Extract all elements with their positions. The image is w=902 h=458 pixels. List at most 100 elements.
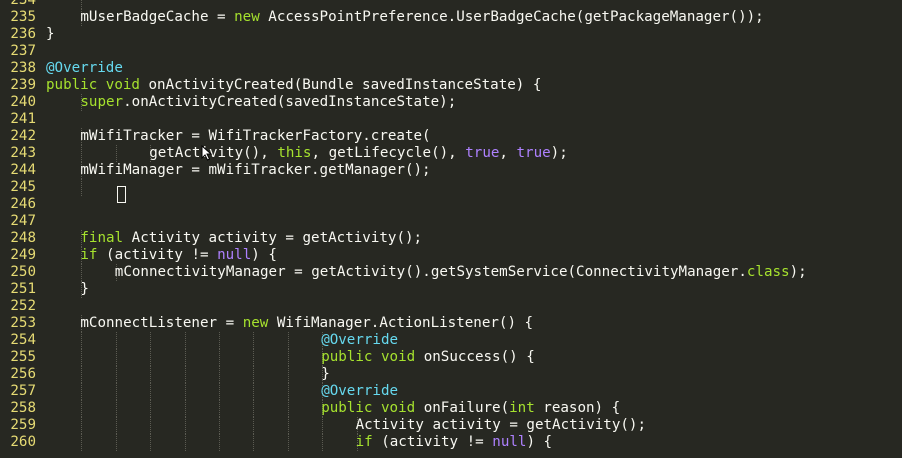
line-number: 253 — [10, 315, 36, 331]
code-text: if (activity != null) { — [356, 434, 552, 451]
code-line[interactable]: 251} — [0, 281, 902, 298]
code-line[interactable]: 259 Activity activity = getActivity(); — [0, 417, 902, 434]
indent-guide — [81, 179, 83, 196]
code-line[interactable]: 258 public void onFailure(int reason) { — [0, 400, 902, 417]
code-token: , — [499, 145, 517, 161]
code-line[interactable]: 241 — [0, 111, 902, 128]
indent-guide — [115, 400, 117, 417]
code-token: onSuccess() { — [415, 349, 535, 365]
indent-guide — [287, 434, 289, 451]
code-text: mWifiTracker = WifiTrackerFactory.create… — [80, 128, 430, 145]
indent-guide — [150, 383, 152, 400]
indent-guide — [322, 434, 324, 451]
indent-guide — [219, 417, 220, 434]
code-token: if — [80, 247, 98, 263]
indent-guide — [115, 366, 117, 383]
code-line[interactable]: 254 @Override — [0, 332, 902, 349]
code-line[interactable]: 244 mWifiManager = mWifiTracker.getManage… — [0, 162, 902, 179]
code-line[interactable]: 255 public void onSuccess() { — [0, 349, 902, 366]
indent-guide — [115, 145, 117, 162]
indent-guide — [184, 332, 186, 349]
code-text: public void onActivityCreated(Bundle sav… — [46, 77, 541, 94]
code-line[interactable]: 256} — [0, 366, 902, 383]
line-number: 236 — [10, 26, 36, 42]
code-line[interactable]: 234 — [0, 0, 902, 9]
line-number: 243 — [10, 145, 36, 161]
code-editor[interactable]: 234 235 mUserBadgeCache = new AccessPointP… — [0, 0, 902, 451]
line-number: 258 — [10, 400, 36, 416]
code-line[interactable]: 235 mUserBadgeCache = new AccessPointPref… — [0, 9, 902, 26]
code-token: void — [105, 77, 140, 93]
code-line[interactable]: 245 — [0, 179, 902, 196]
line-number: 238 — [10, 60, 36, 76]
line-number: 234 — [10, 0, 36, 8]
line-number: 248 — [10, 230, 36, 246]
code-line[interactable]: 252 — [0, 298, 902, 315]
code-line[interactable]: 253 mConnectListener = new WifiManager.Ac… — [0, 315, 902, 332]
code-text: mUserBadgeCache = new AccessPointPrefere… — [80, 9, 763, 26]
code-line[interactable]: 239 public void onActivityCreated(Bundle … — [0, 77, 902, 94]
code-text: mWifiManager = mWifiTracker.getManager()… — [80, 162, 430, 179]
code-token: } — [321, 366, 330, 382]
line-number: 241 — [10, 111, 36, 127]
code-text: mConnectivityManager = getActivity().get… — [115, 264, 807, 281]
code-token: .onActivityCreated(savedInstanceState); — [123, 94, 457, 110]
code-line[interactable]: 243 getActivity(), this, getLifecycle(), … — [0, 145, 902, 162]
indent-guide — [81, 264, 83, 281]
code-token: null — [492, 434, 527, 450]
code-line[interactable]: 257 @Override — [0, 383, 902, 400]
code-line[interactable]: 236} — [0, 26, 902, 43]
code-token: AccessPointPreference.UserBadgeCache(get… — [259, 9, 764, 25]
indent-guide — [219, 400, 220, 417]
indent-guide — [81, 349, 83, 366]
indent-guide — [219, 434, 220, 451]
indent-guide — [115, 349, 117, 366]
code-line[interactable]: 250 mConnectivityManager = getActivity().… — [0, 264, 902, 281]
indent-guide — [219, 332, 220, 349]
code-line[interactable]: 238 @Override — [0, 60, 902, 77]
code-text: public void onSuccess() { — [321, 349, 535, 366]
indent-guide — [287, 332, 289, 349]
indent-guide — [287, 349, 289, 366]
line-number: 255 — [10, 349, 36, 365]
indent-guide — [253, 366, 255, 383]
code-token: @Override — [321, 332, 399, 348]
code-line[interactable]: 249 if (activity != null) { — [0, 247, 902, 264]
code-token: final — [80, 230, 124, 246]
indent-guide — [81, 417, 83, 434]
line-number: 257 — [10, 383, 36, 399]
line-number: 249 — [10, 247, 36, 263]
code-token: void — [380, 400, 416, 416]
code-line[interactable]: 260 if (activity != null) { — [0, 434, 902, 451]
code-line[interactable]: 247 — [0, 213, 902, 230]
indent-guide — [322, 417, 324, 434]
indent-guide — [184, 383, 186, 400]
indent-guide — [81, 434, 83, 451]
code-token: } — [46, 26, 55, 42]
indent-guide — [150, 434, 152, 451]
code-token: this — [277, 145, 312, 161]
line-number: 245 — [10, 179, 36, 195]
code-token: null — [217, 247, 252, 263]
code-text: mConnectListener = new WifiManager.Actio… — [80, 315, 533, 332]
code-line[interactable]: 237 — [0, 43, 902, 60]
indent-guide — [150, 349, 152, 366]
code-token: if — [355, 434, 373, 450]
code-token: ); — [550, 145, 568, 161]
code-line[interactable]: 248 final Activity activity = getActivity… — [0, 230, 902, 247]
indent-guide — [253, 332, 255, 349]
code-line[interactable]: 240 super.onActivityCreated(savedInstance… — [0, 94, 902, 111]
code-line[interactable]: 242 mWifiTracker = WifiTrackerFactory.cre… — [0, 128, 902, 145]
indent-guide — [184, 400, 186, 417]
line-number: 252 — [10, 298, 36, 314]
indent-guide — [253, 434, 255, 451]
code-token: onFailure( — [415, 400, 510, 416]
indent-guide — [115, 383, 117, 400]
code-token: public — [46, 77, 98, 93]
line-number: 244 — [10, 162, 36, 178]
code-token: new — [242, 315, 269, 331]
line-number: 235 — [10, 9, 36, 25]
line-number: 240 — [10, 94, 36, 110]
code-line[interactable]: 246 — [0, 196, 902, 213]
